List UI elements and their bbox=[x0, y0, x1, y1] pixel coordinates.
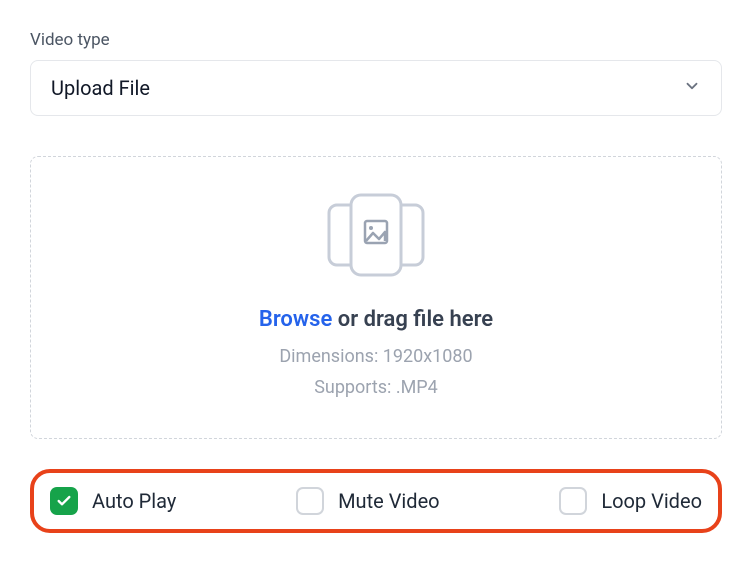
mute-video-checkbox[interactable]: Mute Video bbox=[296, 487, 439, 515]
dropzone-supports: Supports: .MP4 bbox=[51, 377, 701, 398]
video-type-label: Video type bbox=[30, 30, 722, 50]
checkbox-checked-icon bbox=[50, 487, 78, 515]
video-options-row: Auto Play Mute Video Loop Video bbox=[30, 469, 722, 533]
loop-video-checkbox[interactable]: Loop Video bbox=[559, 487, 702, 515]
auto-play-checkbox[interactable]: Auto Play bbox=[50, 487, 176, 515]
mute-video-label: Mute Video bbox=[338, 489, 439, 513]
dropzone-main-text: Browse or drag file here bbox=[51, 307, 701, 332]
auto-play-label: Auto Play bbox=[92, 489, 176, 513]
dropzone-rest-text: or drag file here bbox=[332, 307, 493, 332]
video-type-select[interactable]: Upload File bbox=[30, 60, 722, 116]
upload-image-icon bbox=[51, 187, 701, 287]
file-dropzone[interactable]: Browse or drag file here Dimensions: 192… bbox=[30, 156, 722, 439]
browse-link[interactable]: Browse bbox=[259, 307, 332, 332]
chevron-down-icon bbox=[683, 77, 701, 99]
checkbox-unchecked-icon bbox=[559, 487, 587, 515]
checkbox-unchecked-icon bbox=[296, 487, 324, 515]
loop-video-label: Loop Video bbox=[601, 489, 702, 513]
video-type-selected-value: Upload File bbox=[51, 76, 683, 100]
dropzone-dimensions: Dimensions: 1920x1080 bbox=[51, 346, 701, 367]
